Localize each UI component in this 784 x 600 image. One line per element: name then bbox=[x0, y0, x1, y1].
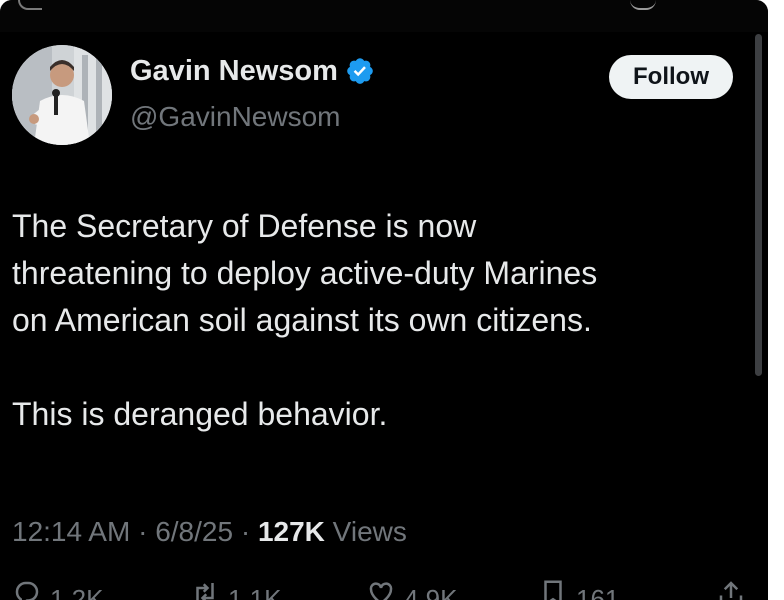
verified-badge-icon[interactable] bbox=[345, 56, 375, 86]
avatar-photo bbox=[12, 45, 112, 145]
follow-button[interactable]: Follow bbox=[609, 55, 733, 99]
repost-button[interactable]: 1.1K bbox=[190, 578, 282, 600]
share-button[interactable] bbox=[716, 578, 746, 600]
meta-separator: · bbox=[240, 516, 251, 547]
tweet-text-line: The Secretary of Defense is now bbox=[12, 208, 477, 244]
author-name-row[interactable]: Gavin Newsom bbox=[130, 56, 375, 86]
share-icon bbox=[719, 581, 743, 600]
tweet-text-line: This is deranged behavior. bbox=[12, 396, 388, 432]
repost-icon bbox=[196, 583, 214, 600]
tweet-time[interactable]: 12:14 AM bbox=[12, 516, 130, 547]
heart-icon bbox=[369, 582, 393, 600]
page-margin bbox=[768, 0, 784, 600]
tweet-meta: 12:14 AM · 6/8/25 · 127K Views bbox=[12, 512, 407, 552]
more-options-icon[interactable] bbox=[630, 0, 656, 10]
tweet-text-line: on American soil against its own citizen… bbox=[12, 302, 592, 338]
reply-button[interactable]: 1.2K bbox=[12, 578, 104, 600]
views-count: 127K bbox=[257, 516, 325, 547]
tweet-actions: 1.2K 1.1K 4.9K 161 bbox=[0, 578, 768, 600]
author-name[interactable]: Gavin Newsom bbox=[130, 56, 338, 86]
bookmark-icon bbox=[544, 580, 562, 600]
bookmark-count: 161 bbox=[576, 584, 620, 600]
tweet-body: The Secretary of Defense is now threaten… bbox=[12, 203, 752, 438]
like-button[interactable]: 4.9K bbox=[366, 578, 458, 600]
tweet-text-line: threatening to deploy active-duty Marine… bbox=[12, 255, 598, 291]
meta-separator: · bbox=[138, 516, 148, 547]
reply-count: 1.2K bbox=[50, 584, 104, 600]
views-label: Views bbox=[332, 516, 407, 547]
bookmark-button[interactable]: 161 bbox=[538, 578, 619, 600]
repost-count: 1.1K bbox=[228, 584, 282, 600]
back-arrow-icon[interactable] bbox=[18, 0, 42, 10]
author-handle[interactable]: @GavinNewsom bbox=[130, 103, 340, 131]
like-count: 4.9K bbox=[404, 584, 458, 600]
scrollbar[interactable] bbox=[755, 34, 762, 376]
top-bar bbox=[0, 0, 768, 32]
reply-icon bbox=[15, 581, 39, 600]
tweet-date[interactable]: 6/8/25 bbox=[155, 516, 233, 547]
author-avatar[interactable] bbox=[12, 45, 112, 145]
tweet-screen: Gavin Newsom @GavinNewsom Follow The Sec… bbox=[0, 0, 768, 600]
